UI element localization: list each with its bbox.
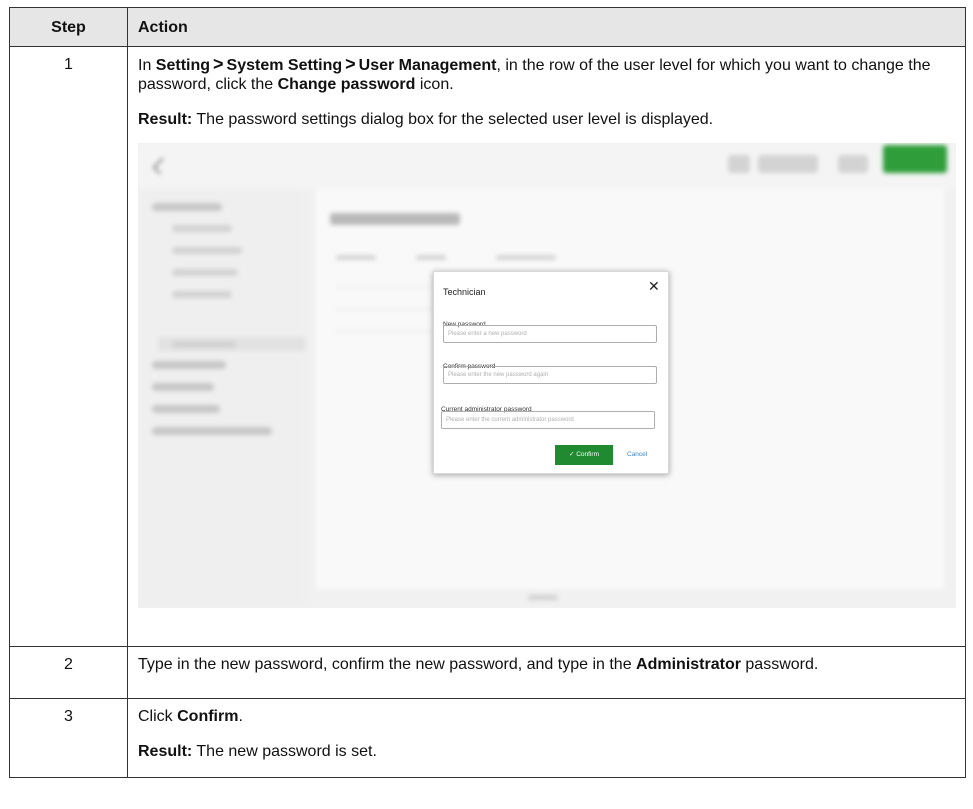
result-text: Result: The password settings dialog box…	[138, 110, 955, 129]
sidebar-item	[152, 203, 222, 211]
change-password-term: Change password	[277, 76, 416, 93]
step-number: 2	[9, 646, 128, 699]
menu-path-system-setting: System Setting	[226, 57, 343, 74]
action-cell: Click Confirm. Result: The new password …	[127, 698, 966, 778]
sidebar-subitem	[172, 225, 232, 232]
table-row: 3 Click Confirm. Result: The new passwor…	[9, 698, 966, 778]
column-header	[416, 255, 446, 260]
action-cell: In Setting > System Setting > User Managemen…	[127, 46, 966, 647]
confirm-button[interactable]: ✓ Confirm	[555, 445, 613, 465]
result-text: Result: The new password is set.	[138, 742, 955, 761]
sidebar-item	[152, 405, 220, 413]
toolbar-icon	[838, 155, 868, 173]
step-number: 1	[9, 46, 128, 647]
result-description: The password settings dialog box for the…	[192, 111, 714, 128]
sidebar-subitem	[172, 269, 238, 276]
instruction-prefix: In	[138, 57, 156, 74]
app-topbar	[138, 143, 956, 189]
admin-password-field[interactable]: Please enter the current administrator p…	[441, 411, 655, 429]
sidebar-item	[152, 383, 214, 391]
table-row: 1 In Setting > System Setting > User Managem…	[9, 46, 966, 647]
back-icon	[152, 157, 170, 175]
sidebar-subitem	[172, 247, 242, 254]
menu-path-user-management: User Management	[358, 57, 497, 74]
result-label: Result:	[138, 743, 193, 760]
sidebar-subitem	[172, 341, 236, 348]
confirm-term: Confirm	[177, 708, 239, 725]
step-number: 3	[9, 698, 128, 778]
cancel-button[interactable]: Cancel	[627, 445, 647, 465]
instruction-end: icon.	[415, 76, 454, 93]
ui-screenshot: Technician ✕ New password Please enter a…	[138, 143, 956, 608]
instruction-end: password.	[740, 656, 819, 673]
drag-handle	[528, 595, 558, 600]
confirm-password-field[interactable]: Please enter the new password again	[443, 366, 657, 384]
topbar-action-button	[883, 145, 947, 173]
password-dialog: Technician ✕ New password Please enter a…	[433, 271, 669, 474]
page-title	[330, 213, 460, 225]
step-column-header: Step	[9, 7, 128, 47]
result-description: The new password is set.	[192, 743, 377, 760]
sidebar-subitem	[172, 291, 232, 298]
sidebar-item	[152, 361, 226, 369]
toolbar-icon	[758, 155, 818, 173]
table-header-row: Step Action	[9, 7, 966, 47]
close-icon[interactable]: ✕	[648, 279, 660, 293]
instruction-end: .	[238, 708, 243, 725]
sidebar-item	[152, 427, 272, 435]
chevron-right-icon: >	[345, 54, 356, 74]
menu-path-setting: Setting	[155, 57, 211, 74]
table-row: 2 Type in the new password, confirm the …	[9, 646, 966, 699]
procedure-table: Step Action 1 In Setting > System Setting >…	[9, 7, 966, 778]
sidebar	[138, 189, 306, 608]
action-cell: Type in the new password, confirm the ne…	[127, 646, 966, 699]
column-header	[496, 255, 556, 260]
new-password-field[interactable]: Please enter a new password	[443, 325, 657, 343]
dialog-title: Technician	[443, 287, 486, 297]
instruction-prefix: Click	[138, 708, 178, 725]
instruction-text: In Setting > System Setting > User Managemen…	[138, 55, 955, 94]
instruction-text: Type in the new password, confirm the ne…	[138, 655, 955, 674]
column-header	[336, 255, 376, 260]
action-column-header: Action	[127, 7, 966, 47]
chevron-right-icon: >	[213, 54, 224, 74]
administrator-term: Administrator	[636, 656, 741, 673]
toolbar-icon	[728, 155, 750, 173]
instruction-prefix: Type in the new password, confirm the ne…	[138, 656, 637, 673]
instruction-text: Click Confirm.	[138, 707, 955, 726]
result-label: Result:	[138, 111, 193, 128]
